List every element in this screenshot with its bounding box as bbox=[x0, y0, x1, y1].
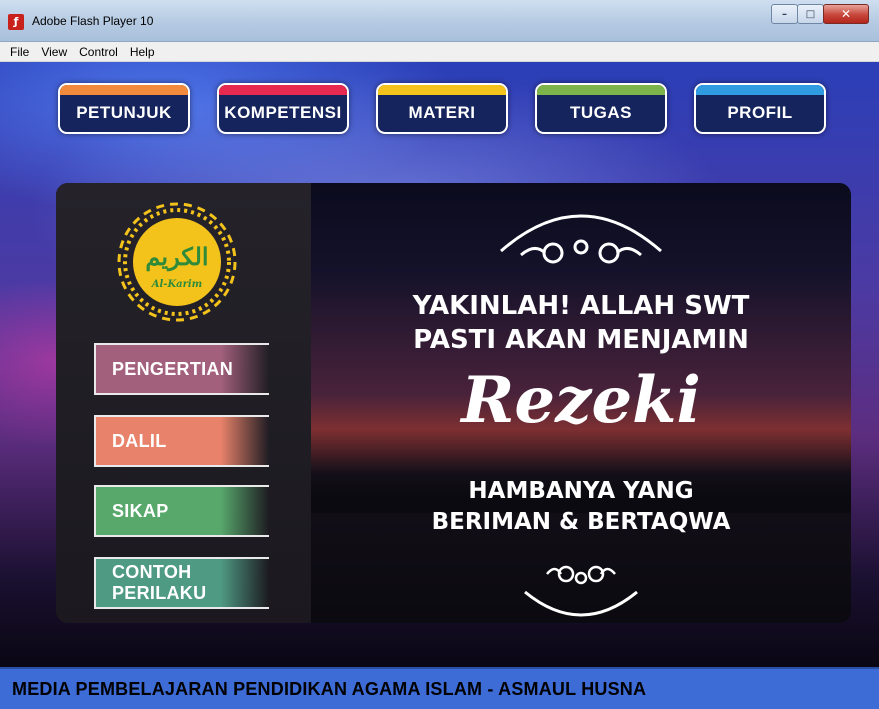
nav-tugas-button[interactable]: TUGAS bbox=[535, 83, 667, 134]
quote-line-2: PASTI AKAN MENJAMIN bbox=[413, 325, 749, 355]
al-karim-logo: الكريم Al-Karim bbox=[117, 202, 237, 322]
nav-label: MATERI bbox=[408, 102, 476, 122]
contoh-perilaku-button[interactable]: CONTOH PERILAKU bbox=[94, 557, 269, 609]
nav-accent-stripe bbox=[219, 85, 347, 95]
footer-text: MEDIA PEMBELAJARAN PENDIDIKAN AGAMA ISLA… bbox=[12, 678, 647, 699]
window-title: Adobe Flash Player 10 bbox=[32, 14, 154, 28]
menu-help[interactable]: Help bbox=[124, 45, 161, 59]
window-controls: – □ ✕ bbox=[771, 4, 869, 26]
nav-accent-stripe bbox=[696, 85, 824, 95]
nav-label: TUGAS bbox=[570, 102, 632, 122]
content-panel: الكريم Al-Karim PENGERTIAN DALIL SIKAP C… bbox=[56, 183, 851, 623]
dalil-label: DALIL bbox=[112, 430, 167, 451]
quote-line-4: BERIMAN & BERTAQWA bbox=[431, 509, 731, 535]
nav-label: PETUNJUK bbox=[76, 102, 172, 122]
nav-accent-stripe bbox=[60, 85, 188, 95]
bottom-ornament-icon bbox=[524, 565, 638, 617]
nav-materi-button[interactable]: MATERI bbox=[376, 83, 508, 134]
maximize-button[interactable]: □ bbox=[797, 4, 824, 24]
dalil-button[interactable]: DALIL bbox=[94, 415, 269, 467]
menu-column: الكريم Al-Karim PENGERTIAN DALIL SIKAP C… bbox=[56, 183, 311, 623]
menu-control[interactable]: Control bbox=[73, 45, 124, 59]
nav-label: KOMPETENSI bbox=[224, 102, 342, 122]
quote-area: YAKINLAH! ALLAH SWT PASTI AKAN MENJAMIN … bbox=[311, 183, 851, 623]
menu-view[interactable]: View bbox=[35, 45, 73, 59]
nav-kompetensi-button[interactable]: KOMPETENSI bbox=[217, 83, 349, 134]
pengertian-label: PENGERTIAN bbox=[112, 358, 234, 379]
nav-label: PROFIL bbox=[727, 102, 793, 122]
close-button[interactable]: ✕ bbox=[823, 4, 869, 24]
pengertian-button[interactable]: PENGERTIAN bbox=[94, 343, 269, 395]
nav-accent-stripe bbox=[378, 85, 506, 95]
minimize-button[interactable]: – bbox=[771, 4, 798, 24]
quote-line-1: YAKINLAH! ALLAH SWT bbox=[412, 291, 750, 321]
quote-rezeki: Rezeki bbox=[461, 363, 701, 438]
sikap-button[interactable]: SIKAP bbox=[94, 485, 269, 537]
flash-stage: PETUNJUK KOMPETENSI MATERI TUGAS PROFIL bbox=[0, 62, 879, 709]
sikap-label: SIKAP bbox=[112, 500, 169, 521]
flash-player-icon: ƒ bbox=[8, 14, 24, 30]
window-titlebar[interactable]: ƒ Adobe Flash Player 10 – □ ✕ bbox=[0, 0, 879, 42]
logo-arabic: الكريم bbox=[145, 242, 208, 272]
footer-bar: MEDIA PEMBELAJARAN PENDIDIKAN AGAMA ISLA… bbox=[0, 667, 879, 709]
nav-accent-stripe bbox=[537, 85, 665, 95]
nav-petunjuk-button[interactable]: PETUNJUK bbox=[58, 83, 190, 134]
quote-line-3: HAMBANYA YANG bbox=[468, 478, 694, 504]
nav-profil-button[interactable]: PROFIL bbox=[694, 83, 826, 134]
menubar: File View Control Help bbox=[0, 42, 879, 62]
contoh-perilaku-label: CONTOH PERILAKU bbox=[112, 562, 207, 603]
top-navigation: PETUNJUK KOMPETENSI MATERI TUGAS PROFIL bbox=[58, 83, 826, 134]
menu-file[interactable]: File bbox=[4, 45, 35, 59]
top-ornament-icon bbox=[500, 214, 662, 264]
logo-latin: Al-Karim bbox=[151, 279, 203, 290]
